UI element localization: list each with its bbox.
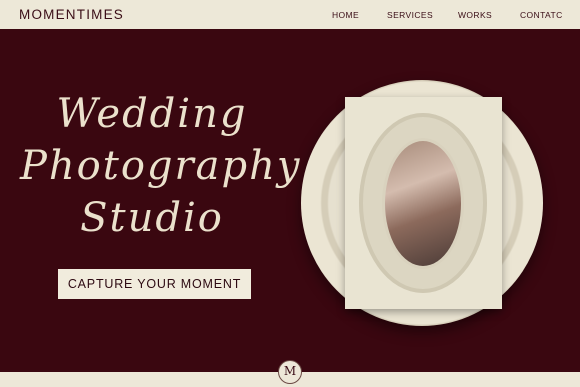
page: MOMENTIMES HOME SERVICES WORKS CONTATC W… <box>0 0 580 387</box>
logo-badge[interactable]: M <box>278 360 302 384</box>
nav-link-services[interactable]: SERVICES <box>387 10 433 20</box>
hero-headline: Wedding Photography Studio <box>20 88 302 244</box>
nav-link-home[interactable]: HOME <box>332 10 359 20</box>
headline-line-2: Photography <box>20 143 302 189</box>
top-navigation: MOMENTIMES HOME SERVICES WORKS CONTATC <box>0 0 580 29</box>
cta-button[interactable]: CAPTURE YOUR MOMENT <box>58 269 251 299</box>
nav-link-contact[interactable]: CONTATC <box>520 10 563 20</box>
headline-line-1: Wedding <box>56 91 248 137</box>
nav-link-works[interactable]: WORKS <box>458 10 492 20</box>
brand-logo[interactable]: MOMENTIMES <box>19 7 124 22</box>
headline-line-3: Studio <box>80 195 224 241</box>
portrait-photo <box>385 141 461 266</box>
